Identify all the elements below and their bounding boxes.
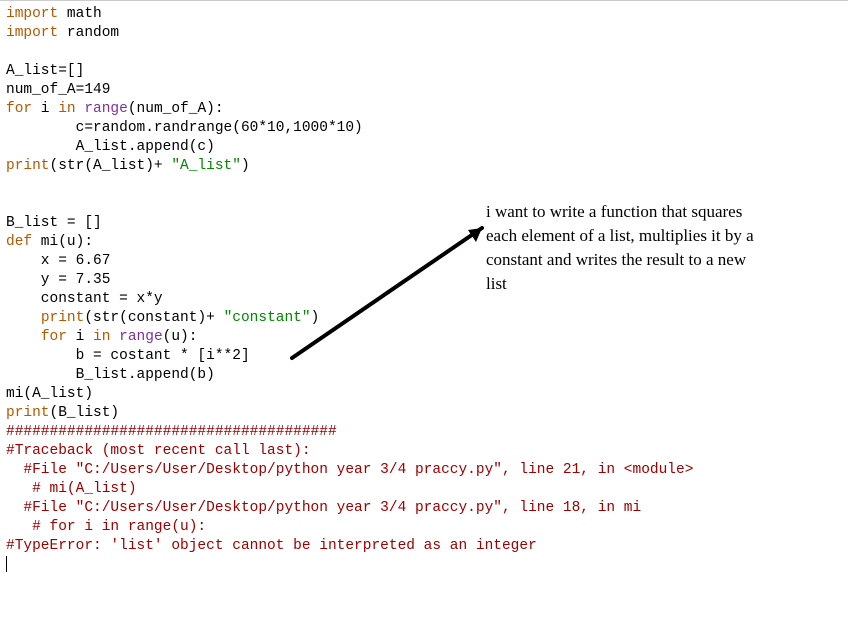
code-text: ) (241, 158, 250, 174)
kw-range: range (119, 329, 163, 345)
code-text: A_list=[] (6, 63, 84, 79)
traceback-line: # mi(A_list) (6, 481, 137, 497)
code-text: mi(u): (32, 234, 93, 250)
code-text: i (32, 101, 58, 117)
code-text: b = costant * [i**2] (6, 348, 250, 364)
str-literal: "A_list" (171, 158, 241, 174)
code-text: A_list.append(c) (6, 139, 215, 155)
code-text: random (58, 25, 119, 41)
traceback-line: #Traceback (most recent call last): (6, 443, 311, 459)
traceback-line: # for i in range(u): (6, 519, 206, 535)
kw-print: print (6, 405, 50, 421)
text-cursor (6, 556, 7, 572)
code-text: (B_list) (50, 405, 120, 421)
code-editor[interactable]: import math import random A_list=[] num_… (0, 0, 848, 624)
str-literal: "constant" (224, 310, 311, 326)
code-text: y = 7.35 (6, 272, 110, 288)
code-text: num_of_A=149 (6, 82, 110, 98)
kw-for: for (41, 329, 67, 345)
traceback-line: #TypeError: 'list' object cannot be inte… (6, 538, 537, 554)
annotation-text: i want to write a function that squares … (486, 200, 766, 296)
code-text: math (58, 6, 102, 22)
code-text (6, 329, 41, 345)
code-text: ) (311, 310, 320, 326)
code-text: (num_of_A): (128, 101, 224, 117)
code-text: c=random.randrange(60*10,1000*10) (6, 120, 363, 136)
code-text: (str(constant)+ (84, 310, 223, 326)
code-text (110, 329, 119, 345)
kw-print: print (6, 158, 50, 174)
comment-hashes: ###################################### (6, 424, 337, 440)
kw-def: def (6, 234, 32, 250)
kw-print: print (41, 310, 85, 326)
kw-import: import (6, 25, 58, 41)
kw-import: import (6, 6, 58, 22)
code-text: (u): (163, 329, 198, 345)
kw-in: in (58, 101, 75, 117)
code-text (6, 310, 41, 326)
kw-in: in (93, 329, 110, 345)
code-text: (str(A_list)+ (50, 158, 172, 174)
code-text: B_list.append(b) (6, 367, 215, 383)
traceback-line: #File "C:/Users/User/Desktop/python year… (6, 462, 693, 478)
code-text: constant = x*y (6, 291, 163, 307)
code-text: B_list = [] (6, 215, 102, 231)
code-text: i (67, 329, 93, 345)
kw-for: for (6, 101, 32, 117)
code-text: x = 6.67 (6, 253, 110, 269)
kw-range: range (84, 101, 128, 117)
traceback-line: #File "C:/Users/User/Desktop/python year… (6, 500, 641, 516)
code-text: mi(A_list) (6, 386, 93, 402)
